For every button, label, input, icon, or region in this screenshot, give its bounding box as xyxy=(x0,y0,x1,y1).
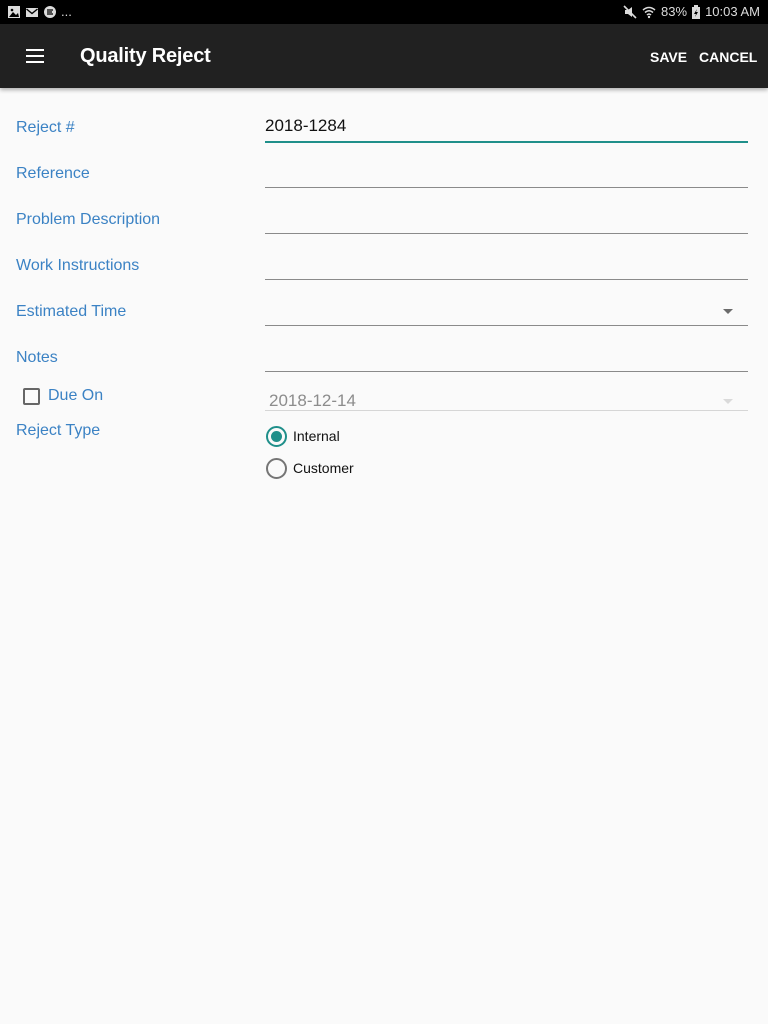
reject-type-label: Reject Type xyxy=(16,422,101,439)
clock: 10:03 AM xyxy=(705,4,760,19)
reference-input[interactable] xyxy=(265,158,748,188)
due-on-date-picker[interactable]: 2018-12-14 xyxy=(265,381,748,411)
chevron-down-icon xyxy=(723,309,733,314)
reject-number-value: 2018-1284 xyxy=(265,116,347,135)
work-instructions-input[interactable] xyxy=(265,250,748,280)
reject-number-label: Reject # xyxy=(16,119,75,136)
status-bar-system: 83% 10:03 AM xyxy=(623,4,760,20)
battery-charging-icon xyxy=(692,5,701,19)
reject-type-internal-radio[interactable] xyxy=(266,426,287,447)
work-instructions-label: Work Instructions xyxy=(16,257,140,274)
notes-label: Notes xyxy=(16,349,58,366)
status-bar-notifications: ... xyxy=(7,4,72,20)
status-bar: ... 83% 10:03 AM xyxy=(0,0,768,24)
sync-icon xyxy=(44,6,56,18)
estimated-time-dropdown[interactable] xyxy=(265,296,748,326)
reject-number-input[interactable]: 2018-1284 xyxy=(265,113,748,143)
reject-type-customer-radio[interactable] xyxy=(266,458,287,479)
due-on-label[interactable]: Due On xyxy=(48,387,103,405)
page-title: Quality Reject xyxy=(80,45,211,67)
reject-type-internal-label[interactable]: Internal xyxy=(293,428,340,444)
due-on-date-value: 2018-12-14 xyxy=(269,391,356,410)
overflow-indicator: ... xyxy=(61,4,72,19)
mail-icon xyxy=(26,8,38,17)
due-on-checkbox[interactable] xyxy=(23,388,40,405)
mute-icon xyxy=(623,5,637,19)
hamburger-menu-icon[interactable] xyxy=(18,44,54,68)
reject-type-customer-label[interactable]: Customer xyxy=(293,460,354,476)
image-icon xyxy=(8,6,20,18)
cancel-button[interactable]: CANCEL xyxy=(699,49,757,65)
problem-description-input[interactable] xyxy=(265,204,748,234)
problem-description-label: Problem Description xyxy=(16,211,161,228)
chevron-down-icon xyxy=(723,399,733,404)
wifi-icon xyxy=(642,6,656,19)
app-bar: Quality Reject SAVE CANCEL xyxy=(0,24,768,88)
save-button[interactable]: SAVE xyxy=(650,49,687,65)
battery-percent: 83% xyxy=(661,4,688,19)
reference-label: Reference xyxy=(16,165,90,182)
estimated-time-label: Estimated Time xyxy=(16,303,127,320)
notes-input[interactable] xyxy=(265,342,748,372)
